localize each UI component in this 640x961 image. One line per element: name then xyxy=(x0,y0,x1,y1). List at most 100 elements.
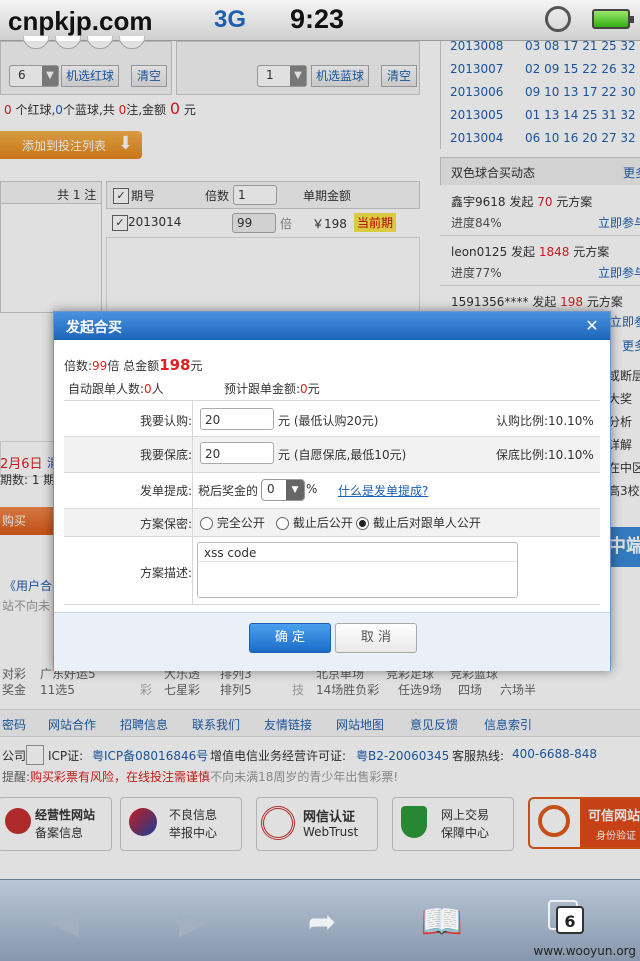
commission-help-link[interactable]: 什么是发单提成? xyxy=(338,482,428,499)
badge-webtrust[interactable]: 网信认证 WebTrust xyxy=(256,797,378,851)
footer-link[interactable]: 网站地图 xyxy=(336,716,384,733)
bookmarks-icon[interactable]: 📖 xyxy=(420,902,464,942)
random-blue-button[interactable]: 机选蓝球 xyxy=(311,65,369,87)
period-checkbox[interactable]: ✓ xyxy=(112,215,128,231)
game-link[interactable]: 任选9场 xyxy=(398,681,442,698)
divider xyxy=(64,536,600,537)
join-link[interactable]: 立即参与 xyxy=(610,313,640,330)
badge-subtitle: 保障中心 xyxy=(441,826,490,840)
footer-link[interactable]: 联系我们 xyxy=(192,716,240,733)
footer-link[interactable]: 网站合作 xyxy=(48,716,96,733)
badge-site-record[interactable]: 经营性网站 备案信息 xyxy=(0,797,112,851)
side-text: 在中区 xyxy=(608,461,640,475)
radio-button[interactable] xyxy=(276,517,289,530)
telecom-link[interactable]: 粤B2-20060345 xyxy=(356,747,449,764)
add-to-list-button[interactable]: 添加到投注列表 ⬇ xyxy=(0,131,142,159)
subscribe-input[interactable]: 20 xyxy=(200,408,274,430)
privacy-option-after-close[interactable]: 截止后公开 xyxy=(276,514,353,531)
network-type: 3G xyxy=(214,6,247,33)
feed-item: 1591356**** 发起 198 元方案 xyxy=(451,293,623,310)
confirm-button[interactable]: 确 定 xyxy=(249,623,331,653)
multiple-input[interactable]: 1 xyxy=(233,185,277,205)
feed-more-link[interactable]: 更多 xyxy=(623,164,640,181)
summary-amount: 0 xyxy=(169,99,181,118)
guarantee-input[interactable]: 20 xyxy=(200,442,274,464)
win-banner[interactable]: 中端 xyxy=(608,527,640,567)
footer-link[interactable]: 意见反馈 xyxy=(410,716,458,733)
description-textarea[interactable]: xss code xyxy=(197,542,518,598)
shield-icon xyxy=(5,808,31,834)
feed-unit: 元方案 xyxy=(573,245,610,259)
commission-select[interactable]: 0 ▼ xyxy=(261,479,305,501)
red-count-select[interactable]: 6 ▼ xyxy=(9,65,59,87)
period-header-row: ✓ 期号 倍数 1 单期金额 xyxy=(106,181,420,209)
share-icon[interactable]: ➦ xyxy=(300,902,344,942)
game-link[interactable]: 11选5 xyxy=(40,681,75,698)
footer-link[interactable]: 友情链接 xyxy=(264,716,312,733)
random-red-button[interactable]: 机选红球 xyxy=(61,65,119,87)
cancel-button[interactable]: 取 消 xyxy=(335,623,417,653)
auto-follow-line: 自动跟单人数:0人 xyxy=(68,380,164,397)
footer-link[interactable]: 信息索引 xyxy=(484,716,532,733)
draw-numbers: 06 10 16 20 27 32 08 xyxy=(525,131,640,145)
more-link[interactable]: 更多 xyxy=(622,337,640,354)
game-link[interactable]: 六场半 xyxy=(500,681,536,698)
buy-button[interactable]: 购买 xyxy=(0,507,54,535)
side-text: 详解 xyxy=(608,438,633,452)
game-link[interactable]: 奖金 xyxy=(2,681,26,698)
total-value: 198 xyxy=(159,356,191,374)
feed-user: leon0125 发起 xyxy=(451,245,536,259)
privacy-option-label: 截止后对跟单人公开 xyxy=(372,516,481,530)
auto-follow-unit: 人 xyxy=(151,382,164,396)
privacy-label: 方案保密: xyxy=(139,517,192,531)
clear-red-button[interactable]: 清空 xyxy=(131,65,167,87)
radio-button-selected[interactable] xyxy=(356,517,369,530)
current-period-badge: 当前期 xyxy=(354,213,397,232)
guarantee-label: 我要保底: xyxy=(139,448,192,462)
draw-period: 2013007 xyxy=(450,62,504,76)
draw-period: 2013005 xyxy=(450,108,504,122)
risk-warning: 提醒:购买彩票有风险，在线投注需谨慎不向未满18周岁的青少年出售彩票! xyxy=(0,768,640,786)
forward-arrow-icon[interactable]: ▶ xyxy=(170,902,214,942)
clear-blue-button[interactable]: 清空 xyxy=(381,65,417,87)
commission-label: 发单提成: xyxy=(139,484,192,498)
expected-value: 0 xyxy=(300,382,308,396)
footer-link[interactable]: 招聘信息 xyxy=(120,716,168,733)
footer-link[interactable]: 密码 xyxy=(2,716,26,733)
icp-link[interactable]: 粤ICP备08016846号 xyxy=(92,747,208,764)
privacy-option-public[interactable]: 完全公开 xyxy=(200,514,265,531)
dialog-footer: 确 定 取 消 xyxy=(54,612,610,671)
commission-prefix: 税后奖金的 xyxy=(198,484,259,498)
period-row: ✓ 2013014 99 倍 ￥198 当前期 xyxy=(106,209,418,237)
divider xyxy=(64,508,600,509)
game-link[interactable]: 排列5 xyxy=(220,681,252,698)
game-link[interactable]: 四场 xyxy=(458,681,482,698)
period-header: 期号 xyxy=(131,189,156,203)
summary-red-text: 个红球, xyxy=(15,103,56,117)
select-all-checkbox[interactable]: ✓ xyxy=(113,188,129,204)
game-link[interactable]: 七星彩 xyxy=(164,681,200,698)
close-icon[interactable]: ✕ xyxy=(582,316,602,336)
join-link[interactable]: 立即参与 xyxy=(598,214,640,231)
battery-icon xyxy=(592,9,634,29)
game-link[interactable]: 14场胜负彩 xyxy=(316,681,379,698)
seal-icon xyxy=(261,806,295,840)
order-total-line: 倍数:99倍 总金额198元 xyxy=(64,356,203,374)
badge-trusted-site[interactable]: 可信网站 身份验证 xyxy=(528,797,640,849)
period-multiple-unit: 倍 xyxy=(280,217,293,231)
period-multiple-input[interactable]: 99 xyxy=(232,213,276,233)
blue-count-select[interactable]: 1 ▼ xyxy=(257,65,307,87)
badge-trade-center[interactable]: 网上交易 保障中心 xyxy=(392,797,514,851)
back-arrow-icon[interactable]: ◀ xyxy=(44,902,88,942)
join-link[interactable]: 立即参与 xyxy=(598,264,640,281)
footer-links: 密码 网站合作 招聘信息 联系我们 友情链接 网站地图 意见反馈 信息索引 xyxy=(0,709,640,737)
tabs-button[interactable]: 6 xyxy=(556,906,584,934)
badge-report-center[interactable]: 不良信息 举报中心 xyxy=(120,797,242,851)
warning-red: 购买彩票有风险，在线投注需谨慎 xyxy=(30,770,211,784)
radio-button[interactable] xyxy=(200,517,213,530)
dialog-header: 发起合买 ✕ xyxy=(54,312,610,340)
privacy-option-followers[interactable]: 截止后对跟单人公开 xyxy=(356,514,481,531)
browser-toolbar: ◀ ▶ ➦ 📖 6 www.wooyun.org xyxy=(0,879,640,961)
description-row: 方案描述: xss code xyxy=(64,542,600,600)
side-text: 高3校 xyxy=(608,484,640,498)
